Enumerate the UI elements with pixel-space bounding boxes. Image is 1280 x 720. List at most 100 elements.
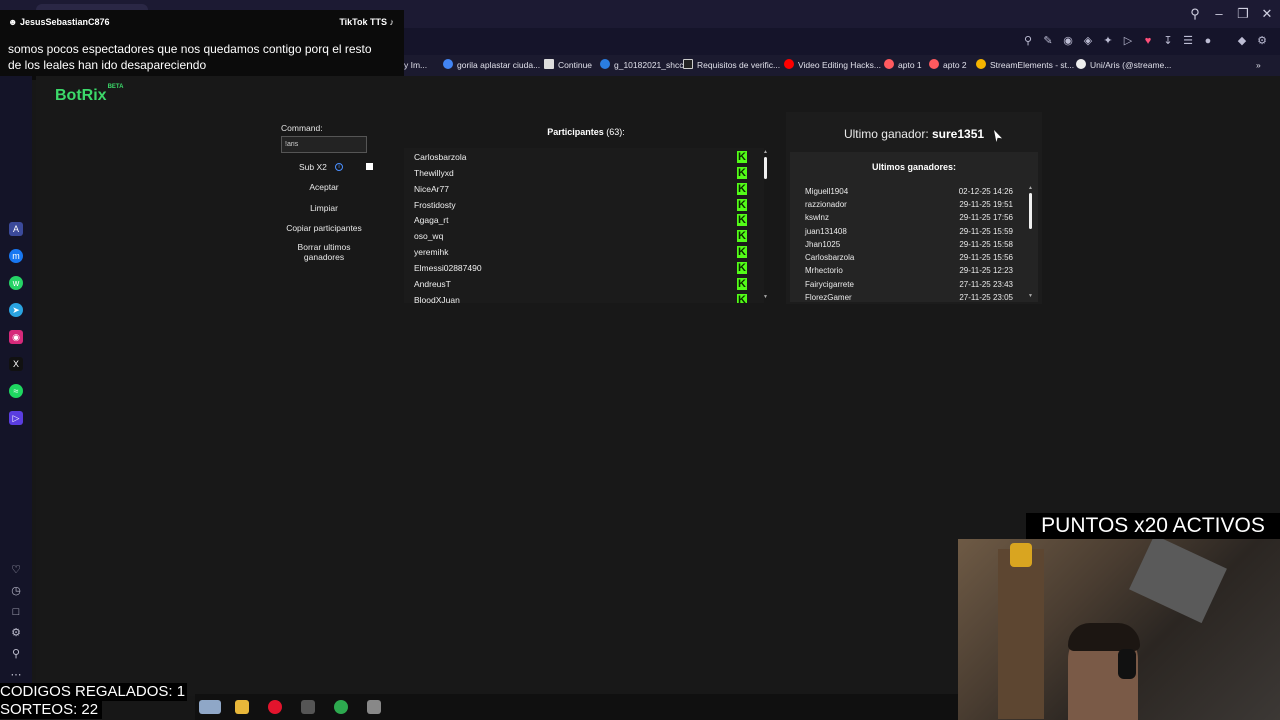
shelf bbox=[998, 549, 1044, 719]
list-item[interactable]: BloodXJuan bbox=[414, 292, 754, 303]
telegram-icon[interactable]: ➤ bbox=[9, 303, 23, 317]
window-icon[interactable] bbox=[367, 700, 381, 714]
kick-icon bbox=[737, 293, 747, 303]
heart-outline-icon[interactable]: ♡ bbox=[9, 563, 23, 577]
last-winner-name: sure1351 bbox=[932, 127, 985, 141]
menu-icon[interactable]: ☰ bbox=[1180, 33, 1196, 49]
aria-icon[interactable]: A bbox=[9, 222, 23, 236]
camera-icon[interactable]: ◉ bbox=[1060, 33, 1076, 49]
list-item[interactable]: Frostidosty bbox=[414, 197, 754, 213]
bookmark-label: g_10182021_shcc bbox=[614, 60, 684, 70]
bookmark-item[interactable]: g_10182021_shcc bbox=[600, 58, 683, 73]
chrome-icon[interactable] bbox=[334, 700, 348, 714]
last-winner-label: Ultimo ganador: bbox=[843, 127, 929, 141]
settings-icon[interactable]: ⚙ bbox=[1254, 33, 1270, 49]
bookmark-item[interactable]: y Im... bbox=[404, 58, 427, 73]
winners-scrollbar[interactable] bbox=[1029, 193, 1032, 229]
kick-icon bbox=[737, 198, 747, 212]
page-icon bbox=[544, 59, 554, 69]
restore-icon[interactable]: ❐ bbox=[1234, 5, 1252, 23]
account-icon[interactable]: ● bbox=[1200, 33, 1216, 49]
list-item[interactable]: Agaga_rt bbox=[414, 212, 754, 228]
bookmark-label: StreamElements - st... bbox=[990, 60, 1075, 70]
copy-participants-button[interactable]: Copiar participantes bbox=[281, 223, 367, 233]
botrix-logo[interactable]: BotRixBETA bbox=[55, 84, 123, 105]
folder-icon[interactable] bbox=[235, 700, 249, 714]
bookmark-label: apto 1 bbox=[898, 60, 922, 70]
more-icon[interactable]: ⋯ bbox=[9, 668, 23, 682]
participants-list[interactable]: Carlosbarzola Thewillyxd NiceAr77 Frosti… bbox=[404, 148, 764, 303]
winner-date: 29-11-25 19:51 bbox=[959, 200, 1013, 209]
list-item[interactable]: oso_wq bbox=[414, 228, 754, 244]
edit-icon[interactable]: ✎ bbox=[1040, 33, 1056, 49]
bookmark-item[interactable]: apto 2 bbox=[929, 58, 967, 73]
tts-brand-label: TikTok TTS bbox=[339, 17, 387, 27]
bookmark-item[interactable]: apto 1 bbox=[884, 58, 922, 73]
bookmark-item[interactable]: StreamElements - st... bbox=[976, 58, 1074, 73]
google-icon bbox=[443, 59, 453, 69]
participants-count: (63) bbox=[606, 127, 623, 137]
accept-button[interactable]: Aceptar bbox=[281, 182, 367, 192]
app-icon[interactable] bbox=[301, 700, 315, 714]
bookmark-item[interactable]: Video Editing Hacks... bbox=[784, 58, 881, 73]
bookmark-item[interactable]: gorila aplastar ciuda... bbox=[443, 58, 540, 73]
list-item[interactable]: yeremihk bbox=[414, 244, 754, 260]
table-row: Miguell1904 02-12-25 14:26 bbox=[805, 185, 1013, 198]
info-icon[interactable]: i bbox=[335, 163, 343, 171]
participant-name: Agaga_rt bbox=[414, 215, 449, 225]
delete-winners-button[interactable]: Borrar ultimos ganadores bbox=[286, 242, 362, 262]
history-icon[interactable]: ◷ bbox=[9, 584, 23, 598]
bookmark-label: y Im... bbox=[404, 60, 428, 70]
tts-username: JesusSebastianC876 bbox=[19, 17, 110, 27]
close-icon[interactable]: ✕ bbox=[1258, 5, 1276, 23]
participant-name: yeremihk bbox=[414, 247, 449, 257]
box-icon[interactable]: □ bbox=[9, 605, 23, 619]
extension-icon[interactable]: ✦ bbox=[1100, 33, 1116, 49]
bookmark-label: apto 2 bbox=[943, 60, 967, 70]
play-icon[interactable]: ▷ bbox=[1120, 33, 1136, 49]
instagram-icon[interactable]: ◉ bbox=[9, 330, 23, 344]
participant-name: Elmessi02887490 bbox=[414, 263, 482, 273]
table-row: FlorezGamer 27-11-25 23:05 bbox=[805, 291, 1013, 304]
shield-icon[interactable]: ◈ bbox=[1080, 33, 1096, 49]
lightbulb-icon[interactable]: ⚲ bbox=[9, 647, 23, 661]
bookmarks-overflow-icon[interactable]: » bbox=[1256, 58, 1261, 73]
list-item[interactable]: Carlosbarzola bbox=[414, 149, 754, 165]
whatsapp-icon[interactable]: w bbox=[9, 276, 23, 290]
kick-icon bbox=[737, 166, 747, 180]
list-item[interactable]: Elmessi02887490 bbox=[414, 260, 754, 276]
bookmark-label: Requisitos de verific... bbox=[697, 60, 781, 70]
wallet-icon[interactable]: ◆ bbox=[1234, 33, 1250, 49]
player-icon[interactable]: ▷ bbox=[9, 411, 23, 425]
opera-icon[interactable] bbox=[268, 700, 282, 714]
scroll-down-icon[interactable]: ▼ bbox=[1028, 293, 1033, 299]
participants-title: Participantes (63): bbox=[400, 127, 772, 137]
sorteos-counter: SORTEOS: 22 bbox=[0, 701, 103, 719]
participants-scrollbar[interactable] bbox=[764, 157, 767, 179]
app-thumbnail-icon[interactable] bbox=[199, 700, 221, 714]
winner-date: 02-12-25 14:26 bbox=[958, 187, 1013, 196]
spotify-icon[interactable]: ≈ bbox=[9, 384, 23, 398]
messenger-icon[interactable]: m bbox=[9, 249, 23, 263]
scroll-up-icon[interactable]: ▲ bbox=[763, 149, 768, 155]
bookmark-item[interactable]: Uni/Aris (@streame... bbox=[1076, 58, 1171, 73]
clear-button[interactable]: Limpiar bbox=[281, 203, 367, 213]
minimize-icon[interactable]: – bbox=[1210, 5, 1228, 23]
zoom-icon[interactable]: ⚲ bbox=[1020, 33, 1036, 49]
gear-icon[interactable]: ⚙ bbox=[9, 626, 23, 640]
heart-icon[interactable]: ♥ bbox=[1140, 33, 1156, 49]
list-item[interactable]: Thewillyxd bbox=[414, 165, 754, 181]
command-input[interactable] bbox=[281, 136, 367, 153]
winner-name: FlorezGamer bbox=[805, 293, 852, 302]
streamer-hair bbox=[1068, 623, 1140, 651]
x-icon[interactable]: X bbox=[9, 357, 23, 371]
bookmark-item[interactable]: Continue bbox=[544, 58, 592, 73]
scroll-down-icon[interactable]: ▼ bbox=[763, 294, 768, 300]
list-item[interactable]: NiceAr77 bbox=[414, 181, 754, 197]
bookmark-item[interactable]: Requisitos de verific... bbox=[683, 58, 780, 73]
list-item[interactable]: AndreusT bbox=[414, 276, 754, 292]
search-icon[interactable]: ⚲ bbox=[1186, 5, 1204, 23]
sub-x2-checkbox[interactable] bbox=[366, 163, 373, 170]
scroll-up-icon[interactable]: ▲ bbox=[1028, 185, 1033, 191]
download-icon[interactable]: ↧ bbox=[1160, 33, 1176, 49]
